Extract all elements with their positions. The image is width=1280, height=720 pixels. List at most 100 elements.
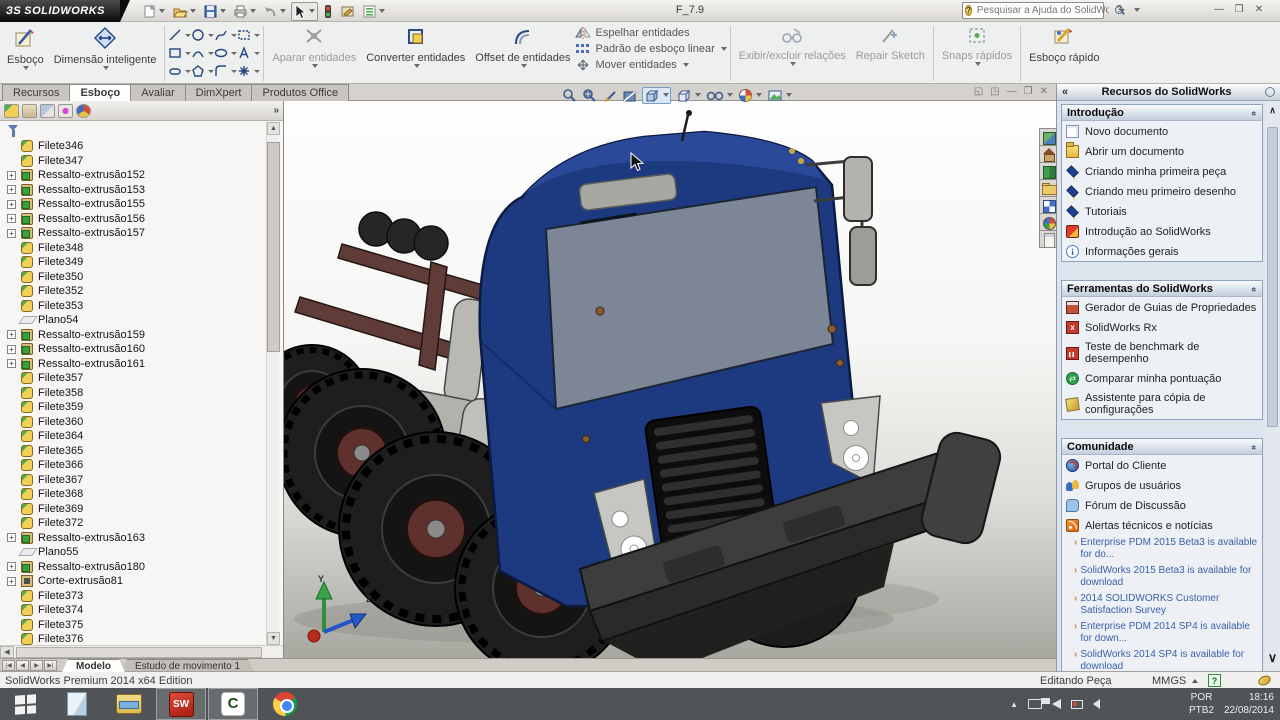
tree-item[interactable]: Filete346 (0, 139, 266, 154)
pin-icon[interactable] (1265, 87, 1275, 97)
repair-sketch-button[interactable]: Repair Sketch (851, 24, 930, 83)
pane-link-criando-minha-primeira-pec-a[interactable]: Criando minha primeira peça (1062, 161, 1262, 181)
rectangle-icon[interactable] (168, 44, 191, 62)
expand-icon[interactable]: + (7, 359, 16, 368)
ellipse-icon[interactable] (214, 44, 237, 62)
units-selector[interactable]: MMGS (1152, 675, 1186, 687)
pane-link-portal-do-cliente[interactable]: Portal do Cliente (1062, 455, 1262, 475)
dimxpert-manager-tab[interactable] (58, 104, 73, 118)
scroll-down-icon[interactable]: ▼ (267, 632, 280, 645)
convert-entities-button[interactable]: Converter entidades (361, 24, 470, 83)
doc-restore-icon[interactable]: ❐ (1024, 86, 1033, 97)
tree-item[interactable]: Filete364 (0, 429, 266, 444)
tab-produtos-office[interactable]: Produtos Office (251, 84, 349, 101)
offset-entities-button[interactable]: Offset de entidades (470, 24, 575, 83)
tree-horizontal-scrollbar[interactable]: ◀ (0, 645, 283, 658)
news-link[interactable]: ›2014 SOLIDWORKS Customer Satisfaction S… (1062, 591, 1262, 619)
tree-item[interactable]: +Ressalto-extrusão153 (0, 183, 266, 198)
line-icon[interactable] (168, 26, 191, 44)
pane-scroll-up-icon[interactable]: ∧ (1267, 105, 1278, 116)
tree-item[interactable]: Filete359 (0, 400, 266, 415)
news-link[interactable]: ›Enterprise PDM 2014 SP4 is available fo… (1062, 619, 1262, 647)
pane-link-grupos-de-usua-rios[interactable]: Grupos de usuários (1062, 475, 1262, 495)
task-pane-scrollbar[interactable]: ∧ ∨ (1265, 101, 1280, 672)
file-explorer-tab-icon[interactable] (1039, 179, 1057, 197)
quick-snaps-button[interactable]: Snaps rápidos (937, 24, 1017, 83)
select-tool-icon[interactable] (291, 2, 318, 21)
arc-icon[interactable] (191, 44, 214, 62)
tree-vertical-scrollbar[interactable]: ▲ ▼ (266, 122, 279, 645)
taskbar-notepad[interactable] (52, 688, 102, 720)
tab-recursos[interactable]: Recursos (2, 84, 70, 101)
pane-link-tutoriais[interactable]: Tutoriais (1062, 201, 1262, 221)
tree-item[interactable]: Filete347 (0, 154, 266, 169)
circle-icon[interactable] (191, 26, 214, 44)
tree-item[interactable]: Filete368 (0, 487, 266, 502)
display-delete-relations-button[interactable]: Exibir/excluir relações (734, 24, 851, 83)
tree-item[interactable]: Filete374 (0, 603, 266, 618)
first-tab-icon[interactable]: |◀ (2, 660, 15, 671)
taskbar-clock[interactable]: 18:16 22/08/2014 (1224, 691, 1274, 717)
tree-item[interactable]: Filete365 (0, 444, 266, 459)
help-icon[interactable]: ? (1112, 4, 1126, 16)
pane-link-teste-de-benchmark-de-desempenho[interactable]: Teste de benchmark de desempenho (1062, 337, 1262, 368)
restore-icon[interactable]: ❐ (1232, 4, 1246, 16)
polygon-icon[interactable] (191, 62, 214, 80)
viewport-split2-icon[interactable]: ◳ (990, 86, 999, 97)
zoom-to-area-icon[interactable] (582, 88, 597, 103)
mirror-entities-button[interactable]: Espelhar entidades (575, 27, 726, 39)
text-icon[interactable] (237, 44, 260, 62)
tree-item[interactable]: +Ressalto-extrusão152 (0, 168, 266, 183)
expand-icon[interactable]: + (7, 229, 16, 238)
display-manager-tab[interactable] (76, 104, 91, 118)
quick-tips-icon[interactable]: ? (1208, 674, 1221, 687)
taskbar-solidworks[interactable]: SW (156, 688, 206, 720)
solidworks-resources-tab-icon[interactable] (1039, 145, 1057, 163)
taskbar-camtasia[interactable]: C (208, 688, 258, 720)
spline-icon[interactable] (214, 26, 237, 44)
appearances-tab-icon[interactable] (1039, 213, 1057, 231)
pane-scroll-down-icon[interactable]: ∨ (1267, 650, 1278, 666)
minimize-icon[interactable]: — (1212, 4, 1226, 16)
search-input[interactable] (975, 4, 1111, 17)
tree-item[interactable]: +Ressalto-extrusão157 (0, 226, 266, 241)
section-header[interactable]: Introdução» (1062, 105, 1262, 121)
expand-icon[interactable]: + (7, 185, 16, 194)
doc-close-icon[interactable]: ✕ (1040, 86, 1048, 97)
rapid-sketch-button[interactable]: Esboço rápido (1024, 24, 1104, 83)
previous-view-icon[interactable] (602, 88, 617, 103)
view-palette-tab-icon[interactable] (1039, 128, 1057, 146)
linear-sketch-pattern-button[interactable]: Padrão de esboço linear (575, 43, 726, 55)
power-icon[interactable] (1071, 700, 1083, 709)
design-library-tab-icon[interactable] (1039, 162, 1057, 180)
collapse-section-icon[interactable]: » (1248, 445, 1261, 450)
edit-appearance-icon[interactable] (738, 88, 762, 103)
tree-item[interactable]: Filete369 (0, 502, 266, 517)
tree-item[interactable]: Filete349 (0, 255, 266, 270)
tree-item[interactable]: Plano54 (0, 313, 266, 328)
apply-scene-icon[interactable] (767, 88, 792, 102)
pane-link-introduc-a-o-ao-solidworks[interactable]: Introdução ao SolidWorks (1062, 221, 1262, 241)
pane-link-informac-o-es-gerais[interactable]: Informações gerais (1062, 241, 1262, 261)
pane-link-novo-documento[interactable]: Novo documento (1062, 121, 1262, 141)
units-caret-icon[interactable] (1192, 679, 1198, 683)
pane-link-gerador-de-guias-de-propriedades[interactable]: Gerador de Guias de Propriedades (1062, 297, 1262, 317)
smart-dimension-button[interactable]: Dimensão inteligente (49, 24, 162, 83)
network-icon[interactable] (1028, 699, 1042, 709)
custom-properties-tab-icon[interactable] (1039, 230, 1057, 248)
pane-link-abrir-um-documento[interactable]: Abrir um documento (1062, 141, 1262, 161)
undo-icon[interactable] (261, 3, 288, 20)
collapse-section-icon[interactable]: » (1248, 287, 1261, 292)
news-link[interactable]: ›Enterprise PDM 2015 Beta3 is available … (1062, 535, 1262, 563)
rebuild-icon[interactable] (321, 3, 335, 20)
last-tab-icon[interactable]: ▶| (44, 660, 57, 671)
tree-hscroll-thumb[interactable] (16, 647, 262, 658)
expand-icon[interactable]: + (7, 345, 16, 354)
section-header[interactable]: Ferramentas do SolidWorks» (1062, 281, 1262, 297)
tree-item[interactable]: +Ressalto-extrusão161 (0, 357, 266, 372)
panel-overflow-icon[interactable]: » (273, 105, 279, 116)
pane-link-criando-meu-primeiro-desenho[interactable]: Criando meu primeiro desenho (1062, 181, 1262, 201)
tree-item[interactable]: +Corte-extrusão81 (0, 574, 266, 589)
expand-icon[interactable]: + (7, 214, 16, 223)
expand-icon[interactable]: + (7, 200, 16, 209)
